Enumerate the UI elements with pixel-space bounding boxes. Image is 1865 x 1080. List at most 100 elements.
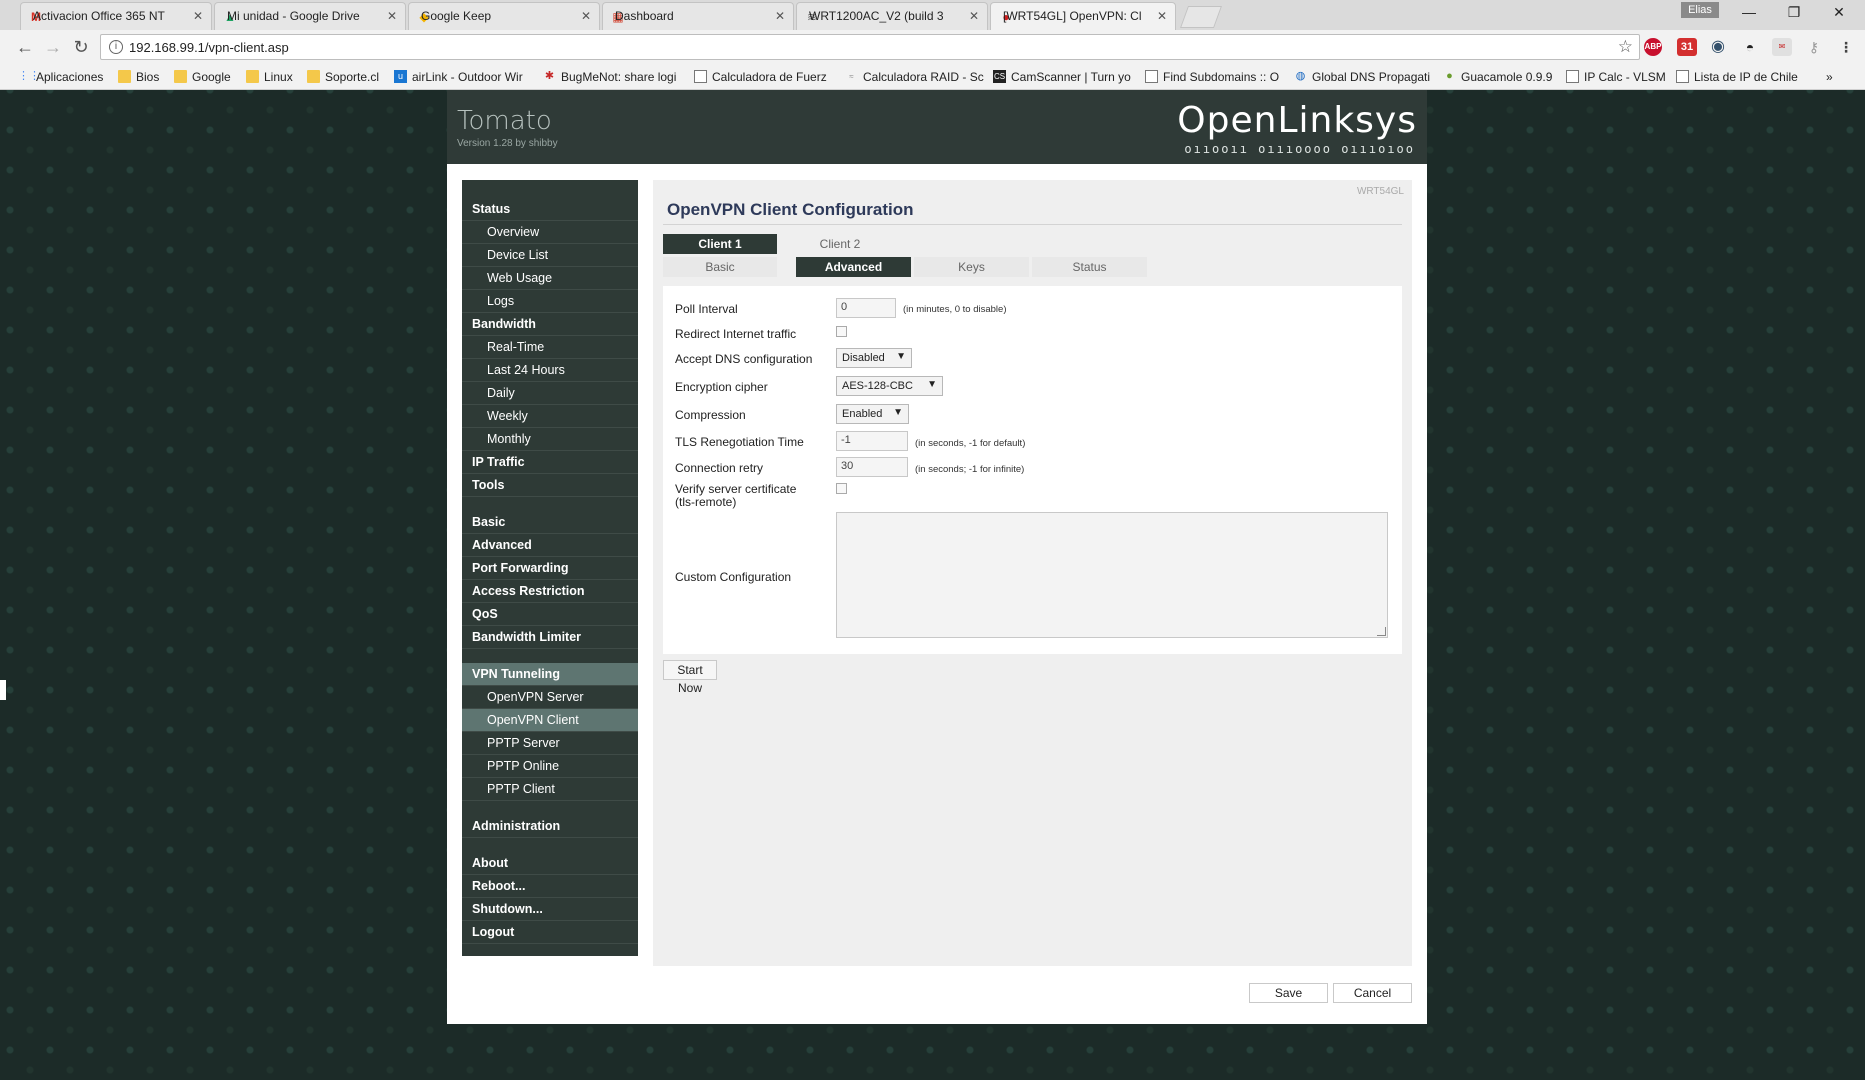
close-tab-icon[interactable]: ✕	[969, 9, 979, 23]
close-tab-icon[interactable]: ✕	[775, 9, 785, 23]
sidebar-item-qos[interactable]: QoS	[462, 603, 638, 626]
sidebar-item-device-list[interactable]: Device List	[462, 244, 638, 267]
sidebar-item-openvpn-server[interactable]: OpenVPN Server	[462, 686, 638, 709]
sidebar-item-about[interactable]: About	[462, 852, 638, 875]
restore-icon[interactable]: ❐	[1784, 4, 1804, 21]
close-tab-icon[interactable]: ✕	[1157, 9, 1167, 23]
calendar-extension-icon[interactable]: 31	[1677, 38, 1697, 56]
browser-tab-drive[interactable]: ▲ Mi unidad - Google Drive ✕	[214, 2, 406, 30]
minimize-icon[interactable]: —	[1739, 4, 1759, 20]
sidebar-item-bandwidth[interactable]: Bandwidth	[462, 313, 638, 336]
sidebar-item-advanced[interactable]: Advanced	[462, 534, 638, 557]
bookmark-google[interactable]: Google	[174, 70, 231, 84]
sidebar-item-logs[interactable]: Logs	[462, 290, 638, 313]
sidebar-item-tools[interactable]: Tools	[462, 474, 638, 497]
tab-client-1[interactable]: Client 1	[663, 234, 777, 254]
sidebar-item-logout[interactable]: Logout	[462, 921, 638, 944]
sidebar-item-access-restriction[interactable]: Access Restriction	[462, 580, 638, 603]
sidebar-item-overview[interactable]: Overview	[462, 221, 638, 244]
save-button[interactable]: Save	[1249, 983, 1328, 1003]
browser-tab-wrt1200ac[interactable]: ≋ WRT1200AC_V2 (build 3 ✕	[796, 2, 988, 30]
close-tab-icon[interactable]: ✕	[387, 9, 397, 23]
bookmark-find-subdomains[interactable]: Find Subdomains :: O	[1145, 70, 1279, 84]
cancel-button[interactable]: Cancel	[1333, 983, 1412, 1003]
tab-label: Dashboard	[615, 9, 674, 23]
reload-icon[interactable]: ↻	[70, 36, 92, 58]
sidebar-item-bandwidth-limiter[interactable]: Bandwidth Limiter	[462, 626, 638, 649]
sidebar-item-ip-traffic[interactable]: IP Traffic	[462, 451, 638, 474]
close-tab-icon[interactable]: ✕	[193, 9, 203, 23]
bookmark-lista-ip[interactable]: Lista de IP de Chile	[1676, 70, 1798, 84]
sidebar-item-vpn-tunneling[interactable]: VPN Tunneling	[462, 663, 638, 686]
back-icon[interactable]: ←	[14, 36, 36, 58]
bookmark-apps[interactable]: ⋮⋮ Aplicaciones	[18, 70, 103, 84]
tls-renegotiation-input[interactable]: -1	[836, 431, 908, 451]
new-tab-button[interactable]	[1179, 6, 1223, 28]
info-icon[interactable]: i	[109, 40, 123, 54]
sidebar-item-shutdown[interactable]: Shutdown...	[462, 898, 638, 921]
bookmark-raid[interactable]: ≈ Calculadora RAID - Sc	[845, 70, 983, 84]
tab-keys[interactable]: Keys	[914, 257, 1029, 277]
sidebar-item-pptp-online[interactable]: PPTP Online	[462, 755, 638, 778]
title-divider	[663, 224, 1402, 225]
tab-label: Google Keep	[421, 9, 492, 23]
bookmark-soporte[interactable]: Soporte.cl	[307, 70, 379, 84]
incognito-glasses-icon[interactable]: ◓	[1740, 38, 1760, 56]
sidebar-item-monthly[interactable]: Monthly	[462, 428, 638, 451]
sidebar-item-status[interactable]: Status	[462, 198, 638, 221]
sidebar-item-last-24-hours[interactable]: Last 24 Hours	[462, 359, 638, 382]
bookmark-ip-calc[interactable]: IP Calc - VLSM	[1566, 70, 1666, 84]
verify-certificate-checkbox[interactable]	[836, 483, 847, 494]
encryption-cipher-select[interactable]: AES-128-CBC ▼	[836, 376, 943, 396]
tab-advanced[interactable]: Advanced	[796, 257, 911, 277]
menu-icon[interactable]: ⋮	[1836, 38, 1856, 56]
connection-retry-input[interactable]: 30	[836, 457, 908, 477]
browser-tab-keep[interactable]: ◆ Google Keep ✕	[408, 2, 600, 30]
extension-key-icon[interactable]: ⚷	[1804, 38, 1824, 56]
tab-basic[interactable]: Basic	[663, 257, 777, 277]
address-bar[interactable]: i 192.168.99.1/vpn-client.asp ☆	[100, 34, 1640, 60]
browser-tab-gmail[interactable]: M Activacion Office 365 NT ✕	[20, 2, 212, 30]
forward-icon[interactable]: →	[42, 36, 64, 58]
bookmark-camscanner[interactable]: CS CamScanner | Turn yo	[993, 70, 1131, 84]
sidebar-item-reboot[interactable]: Reboot...	[462, 875, 638, 898]
more-bookmarks-icon[interactable]: »	[1826, 70, 1833, 84]
bookmark-airlink[interactable]: u airLink - Outdoor Wir	[394, 70, 523, 84]
sidebar-item-weekly[interactable]: Weekly	[462, 405, 638, 428]
folder-icon	[118, 70, 131, 83]
bookmark-guacamole[interactable]: ● Guacamole 0.9.9	[1443, 70, 1552, 84]
tab-status[interactable]: Status	[1032, 257, 1147, 277]
sidebar-item-real-time[interactable]: Real-Time	[462, 336, 638, 359]
bookmark-linux[interactable]: Linux	[246, 70, 293, 84]
sidebar-item-pptp-server[interactable]: PPTP Server	[462, 732, 638, 755]
bookmark-global-dns[interactable]: ◍ Global DNS Propagati	[1294, 70, 1430, 84]
sidebar-item-basic[interactable]: Basic	[462, 511, 638, 534]
sidebar-item-web-usage[interactable]: Web Usage	[462, 267, 638, 290]
redirect-traffic-checkbox[interactable]	[836, 326, 847, 337]
poll-interval-input[interactable]: 0	[836, 298, 896, 318]
extension-circle-icon[interactable]: ◉	[1708, 38, 1728, 56]
accept-dns-select[interactable]: Disabled ▼	[836, 348, 912, 368]
bookmark-bugmenot[interactable]: ✱ BugMeNot: share logi	[543, 70, 677, 84]
browser-tab-openvpn[interactable]: ● [WRT54GL] OpenVPN: Cl ✕	[990, 2, 1176, 30]
close-tab-icon[interactable]: ✕	[581, 9, 591, 23]
adblock-icon[interactable]: ABP	[1644, 38, 1662, 56]
sidebar-item-openvpn-client[interactable]: OpenVPN Client	[462, 709, 638, 732]
resize-grip-icon[interactable]	[1377, 627, 1386, 636]
close-window-icon[interactable]: ✕	[1829, 4, 1849, 21]
bookmark-calculadora-fuerza[interactable]: Calculadora de Fuerz	[694, 70, 827, 84]
bookmark-star-icon[interactable]: ☆	[1618, 37, 1633, 57]
sidebar-item-pptp-client[interactable]: PPTP Client	[462, 778, 638, 801]
compression-select[interactable]: Enabled ▼	[836, 404, 909, 424]
sidebar-item-port-forwarding[interactable]: Port Forwarding	[462, 557, 638, 580]
sidebar-item-administration[interactable]: Administration	[462, 815, 638, 838]
tab-client-2[interactable]: Client 2	[783, 234, 897, 254]
start-now-button[interactable]: Start Now	[663, 660, 717, 695]
mail-checker-icon[interactable]: ✉	[1772, 38, 1792, 56]
sidebar-item-daily[interactable]: Daily	[462, 382, 638, 405]
profile-badge[interactable]: Elias	[1681, 2, 1719, 18]
custom-configuration-textarea[interactable]	[836, 512, 1388, 638]
bookmark-bios[interactable]: Bios	[118, 70, 159, 84]
browser-tab-dashboard[interactable]: ▦ Dashboard ✕	[602, 2, 794, 30]
poll-interval-hint: (in minutes, 0 to disable)	[903, 304, 1007, 315]
